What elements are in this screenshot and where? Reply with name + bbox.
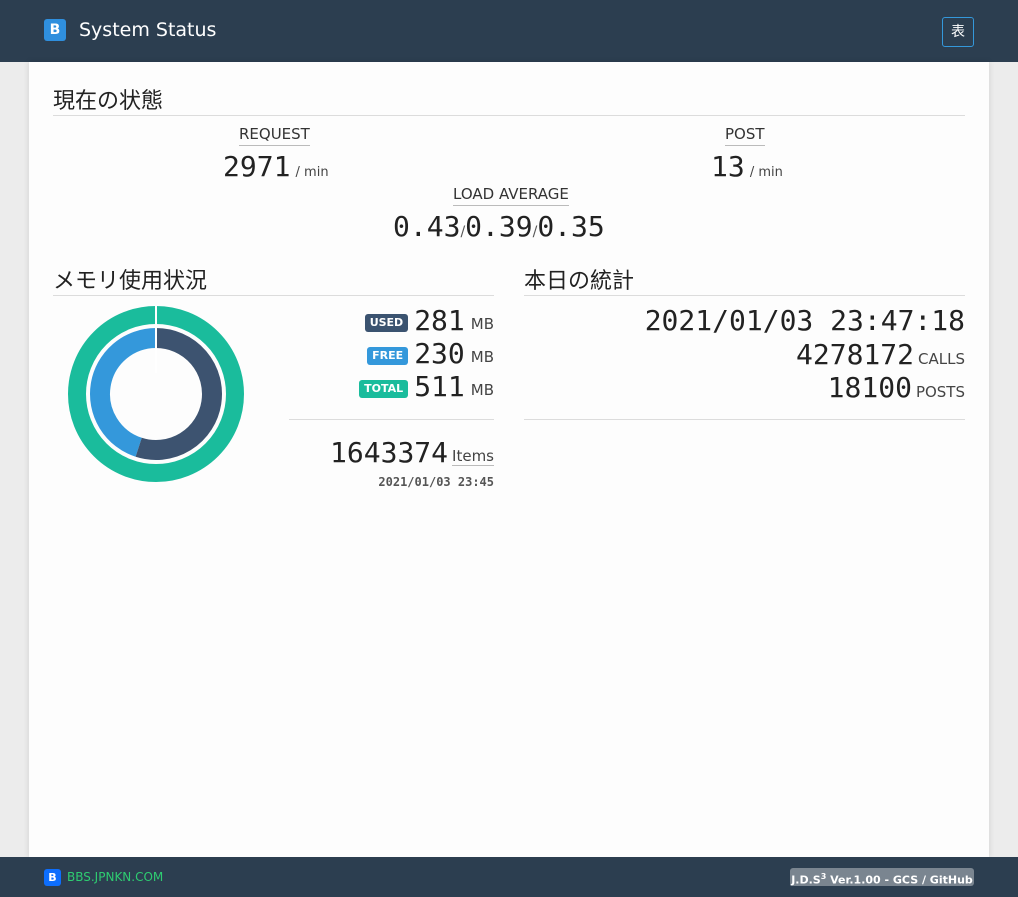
divider [53, 295, 494, 296]
total-badge: TOTAL [359, 380, 409, 398]
post-stat: 13 / min [711, 150, 783, 184]
items-stat: 1643374 Items [330, 436, 494, 470]
brand-logo-icon[interactable]: B [44, 19, 66, 41]
calls-label: CALLS [918, 350, 965, 368]
free-badge: FREE [367, 347, 409, 365]
used-badge: USED [364, 314, 409, 332]
divider [524, 419, 965, 420]
used-memory-arc [135, 328, 222, 460]
load-average-values: 0.43/0.39/0.35 [393, 210, 605, 244]
free-value: 230 [414, 337, 465, 370]
memory-free-row: FREE 230 MB [367, 338, 494, 370]
total-value: 511 [414, 370, 465, 403]
request-label: REQUEST [239, 124, 310, 146]
footer-logo-icon[interactable]: B [44, 869, 61, 886]
load-1min: 0.43 [393, 210, 461, 243]
total-unit: MB [470, 381, 494, 399]
items-value: 1643374 [330, 436, 449, 469]
posts-label: POSTS [915, 383, 965, 401]
calls-value: 4278172 [796, 338, 915, 371]
posts-stat: 18100 POSTS [828, 371, 965, 405]
load-5min: 0.39 [465, 210, 533, 243]
today-stats-heading: 本日の統計 [524, 269, 635, 294]
items-label: Items [452, 447, 494, 466]
memory-used-row: USED 281 MB [364, 304, 494, 337]
top-navbar: B System Status 表 [0, 0, 1018, 62]
used-unit: MB [470, 315, 494, 333]
free-unit: MB [470, 348, 494, 366]
post-label: POST [725, 124, 765, 146]
request-unit: / min [295, 165, 329, 180]
version-badge[interactable]: J.D.S3 Ver.1.00 - GCS / GitHub [790, 868, 974, 887]
footer-site-link[interactable]: BBS.JPNKN.COM [67, 869, 163, 886]
memory-heading: メモリ使用状況 [53, 269, 208, 294]
current-status-heading: 現在の状態 [53, 89, 164, 114]
post-value: 13 [711, 150, 745, 183]
memory-donut-chart [68, 305, 244, 482]
footer: B BBS.JPNKN.COM J.D.S3 Ver.1.00 - GCS / … [0, 857, 1018, 897]
table-view-button[interactable]: 表 [942, 17, 974, 47]
today-datetime: 2021/01/03 23:47:18 [644, 304, 965, 337]
request-stat: 2971 / min [223, 150, 329, 184]
load-average-label: LOAD AVERAGE [453, 184, 569, 206]
request-value: 2971 [223, 150, 291, 183]
main-card: 現在の状態 REQUEST 2971 / min POST 13 / min L… [29, 62, 989, 857]
divider [524, 295, 965, 296]
memory-total-row: TOTAL 511 MB [359, 371, 494, 403]
page-title[interactable]: System Status [79, 18, 216, 42]
used-value: 281 [414, 304, 465, 337]
version-prefix: J.D.S [791, 873, 821, 887]
load-15min: 0.35 [537, 210, 605, 243]
post-unit: / min [749, 165, 783, 180]
calls-stat: 4278172 CALLS [796, 338, 965, 372]
free-memory-arc [90, 328, 157, 457]
version-suffix: Ver.1.00 - GCS / GitHub [826, 873, 973, 887]
divider [53, 115, 965, 116]
memory-timestamp: 2021/01/03 23:45 [378, 475, 494, 489]
posts-value: 18100 [827, 371, 912, 404]
divider [289, 419, 494, 420]
